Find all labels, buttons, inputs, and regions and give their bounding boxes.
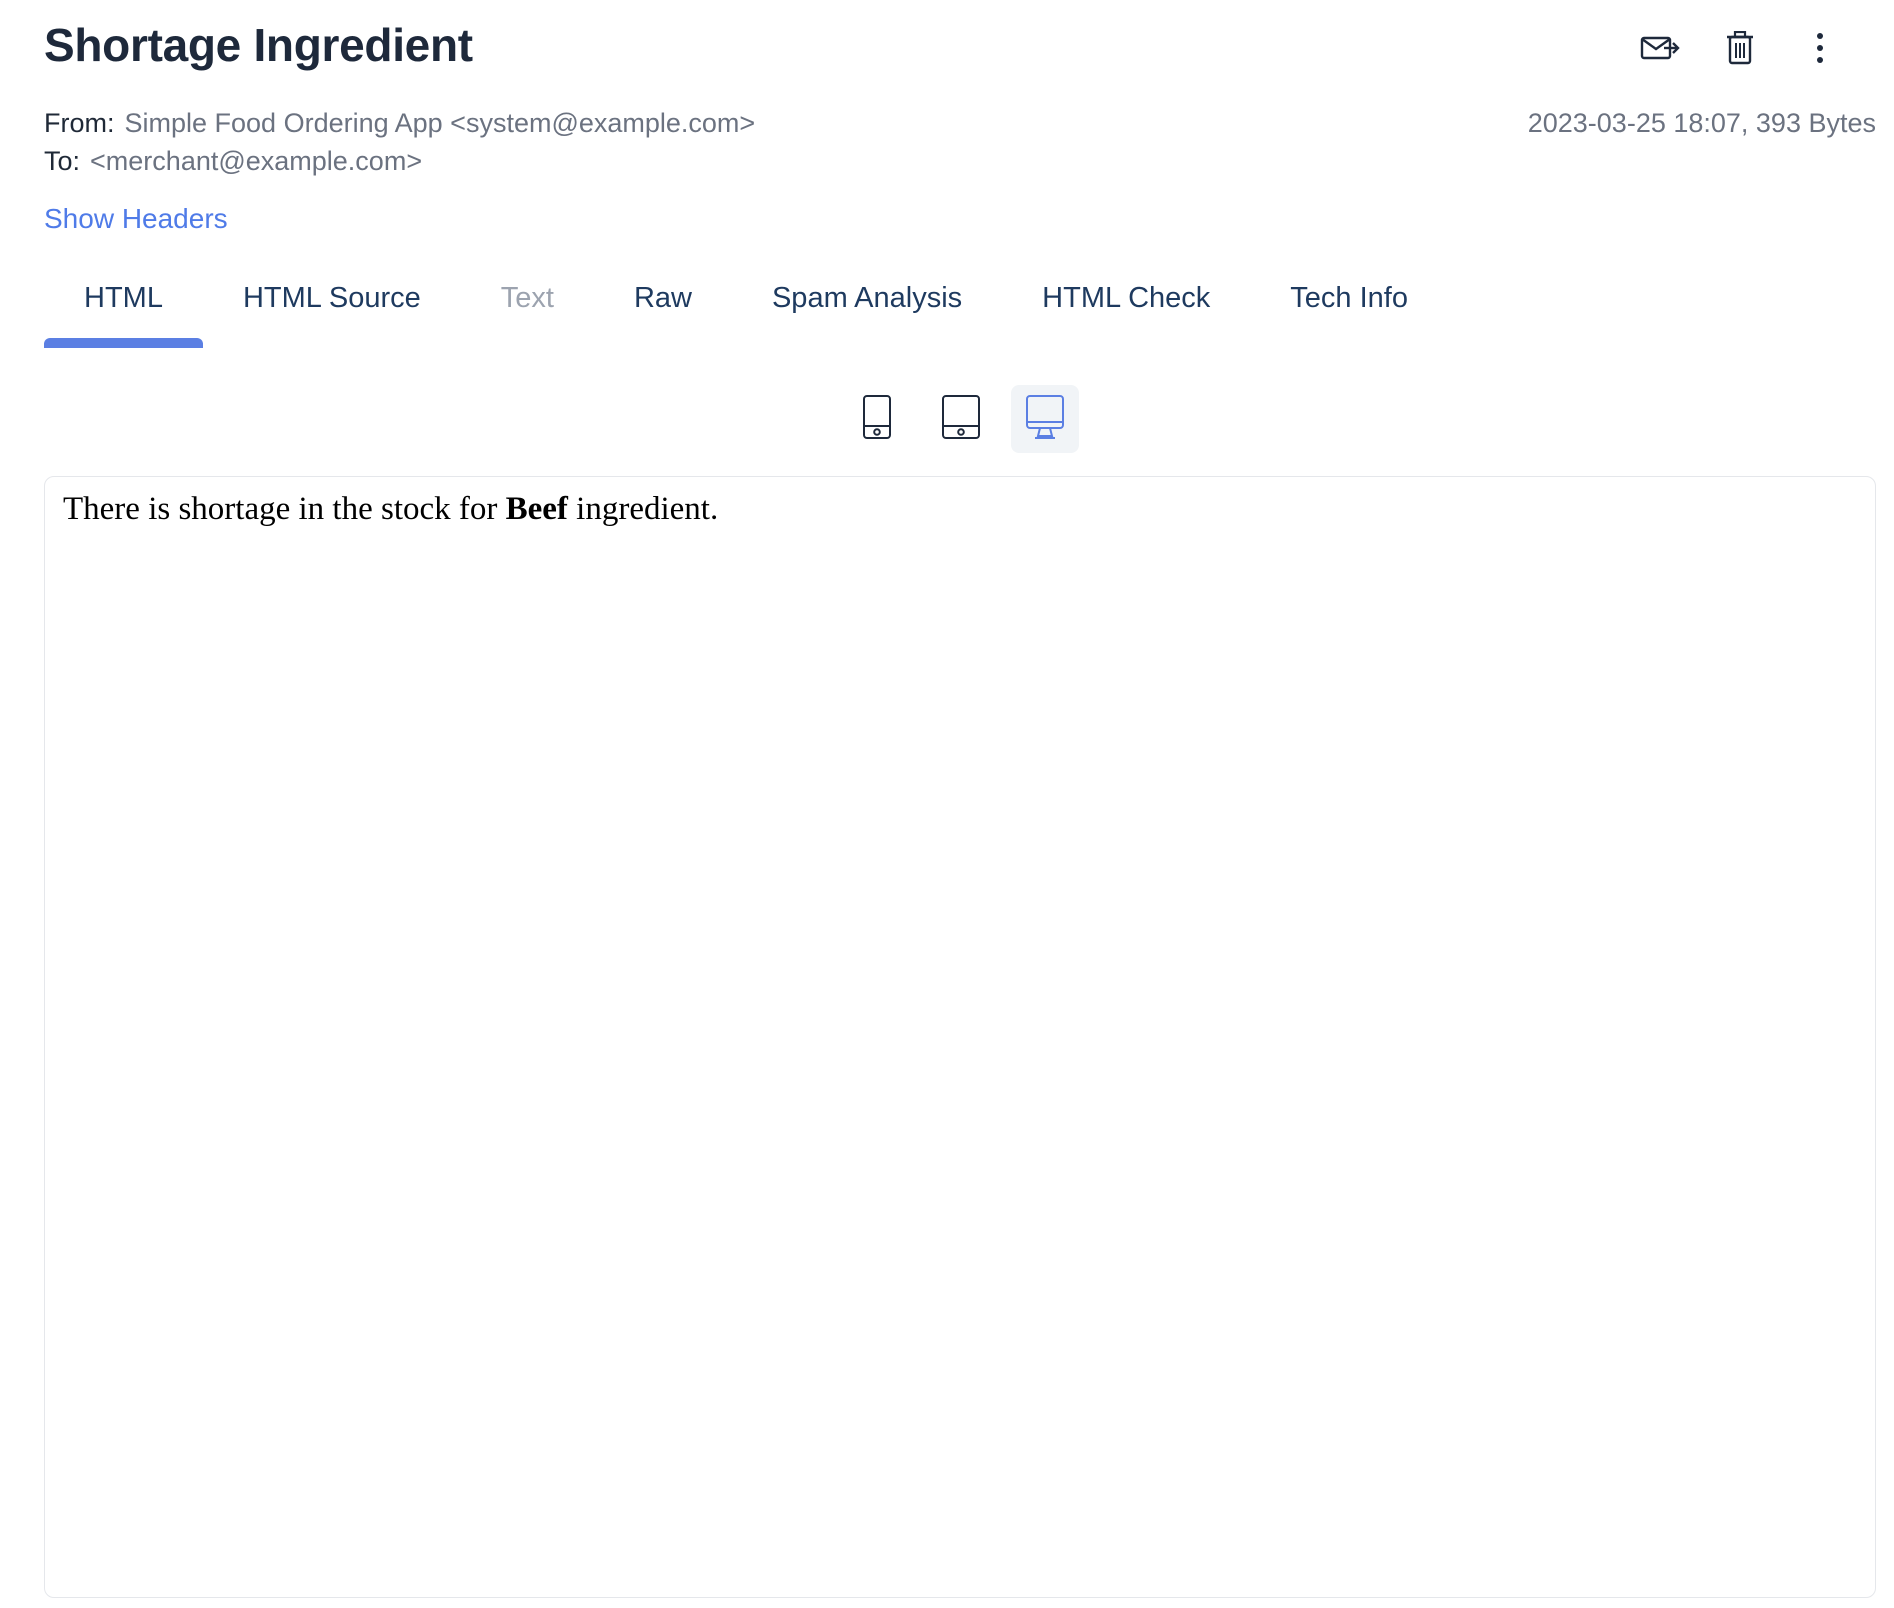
tab-spam-analysis[interactable]: Spam Analysis xyxy=(732,276,1002,342)
from-value: Simple Food Ordering App <system@example… xyxy=(124,108,756,138)
mobile-icon xyxy=(861,394,893,445)
tab-html-source[interactable]: HTML Source xyxy=(203,276,461,342)
from-row: From: Simple Food Ordering App <system@ex… xyxy=(44,108,755,139)
viewport-switcher xyxy=(843,385,1079,453)
tab-bar: HTML HTML Source Text Raw Spam Analysis … xyxy=(44,276,1448,348)
show-headers-link[interactable]: Show Headers xyxy=(44,203,228,235)
tab-html-check[interactable]: HTML Check xyxy=(1002,276,1250,342)
to-row: To: <merchant@example.com> xyxy=(44,146,422,177)
date-size: 2023-03-25 18:07, 393 Bytes xyxy=(1527,108,1876,138)
tab-tech-info[interactable]: Tech Info xyxy=(1250,276,1448,342)
more-options-button[interactable] xyxy=(1796,28,1844,68)
to-label: To: xyxy=(44,146,81,176)
more-vertical-icon xyxy=(1815,32,1825,64)
desktop-icon xyxy=(1025,394,1065,445)
tab-raw[interactable]: Raw xyxy=(594,276,732,342)
email-actions-toolbar xyxy=(0,28,1894,68)
tablet-view-button[interactable] xyxy=(927,385,995,453)
body-ingredient-name: Beef xyxy=(505,491,568,527)
email-body-text: There is shortage in the stock for Beef … xyxy=(63,491,718,528)
trash-icon xyxy=(1725,31,1755,65)
desktop-view-button[interactable] xyxy=(1011,385,1079,453)
forward-mail-icon xyxy=(1640,33,1680,63)
mobile-view-button[interactable] xyxy=(843,385,911,453)
tab-html[interactable]: HTML xyxy=(44,276,203,348)
to-value: <merchant@example.com> xyxy=(90,146,423,176)
email-preview-frame[interactable]: There is shortage in the stock for Beef … xyxy=(44,476,1876,1598)
tab-text: Text xyxy=(500,282,554,314)
forward-button[interactable] xyxy=(1636,28,1684,68)
tablet-icon xyxy=(941,394,981,445)
from-label: From: xyxy=(44,108,115,138)
body-text-before: There is shortage in the stock for xyxy=(63,491,498,527)
body-text-after: ingredient. xyxy=(576,491,719,527)
delete-button[interactable] xyxy=(1716,28,1764,68)
